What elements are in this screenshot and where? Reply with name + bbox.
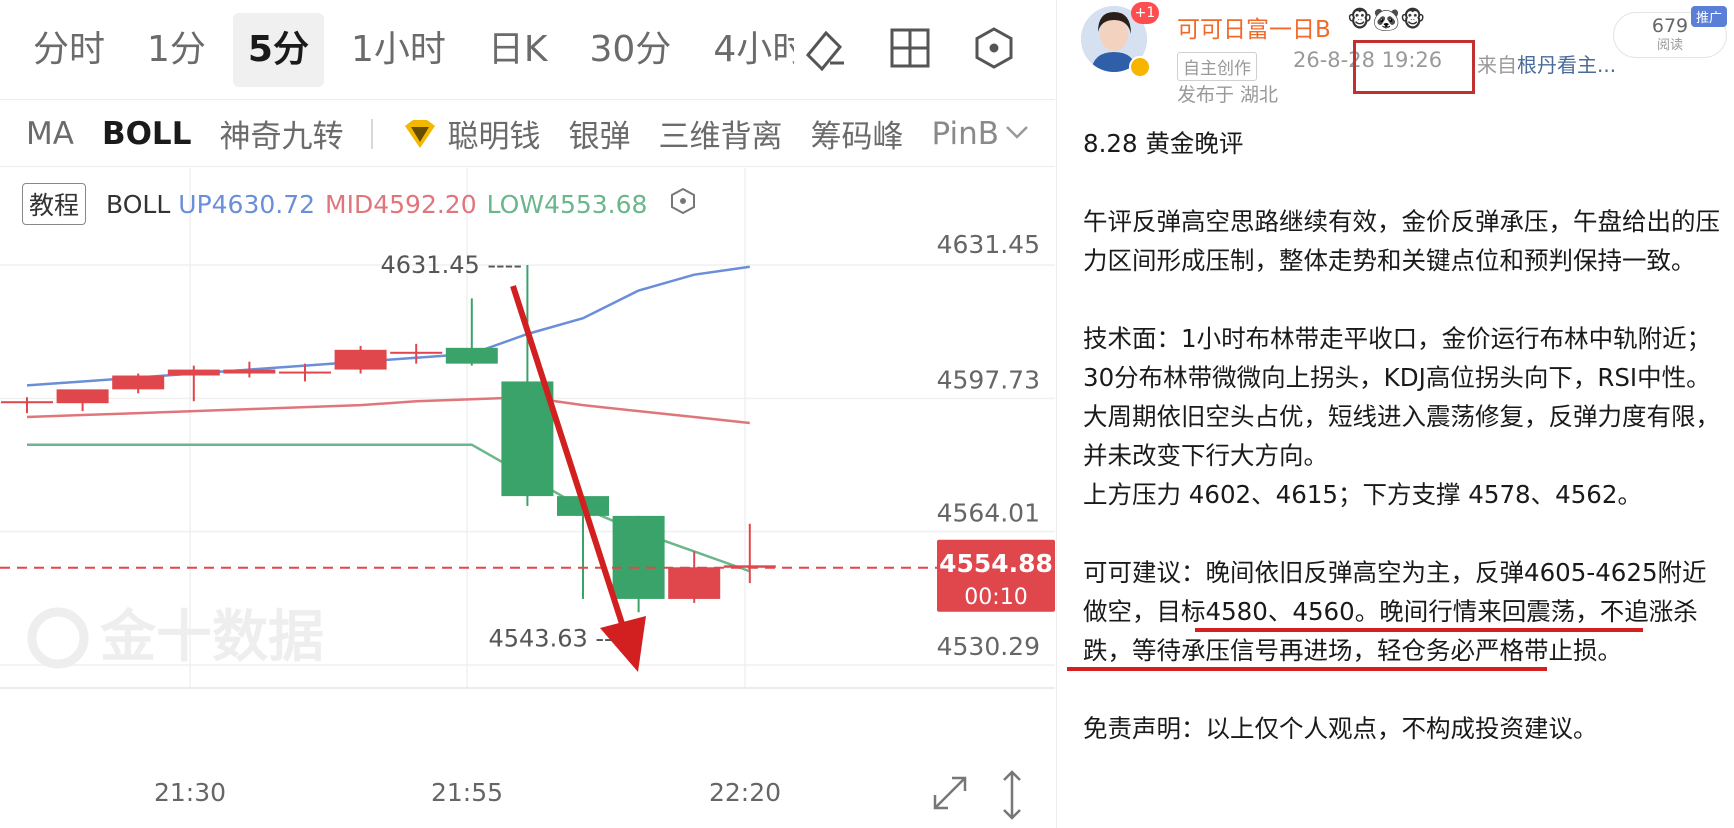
- indicator-boll[interactable]: BOLL: [102, 116, 192, 152]
- time-axis-label: 22:20: [709, 778, 781, 807]
- post-location: 发布于 湖北: [1177, 84, 1279, 106]
- post-panel: +1 可可日富一日B 🐵🐼🐵 自主创作 26-8-28 19:26 来自根丹看主…: [1056, 0, 1734, 828]
- tab-1hour[interactable]: 1小时: [336, 13, 461, 87]
- boll-mid-value: MID4592.20: [325, 189, 477, 219]
- post-source: 来自根丹看主...: [1477, 49, 1616, 78]
- time-axis-label: 21:30: [154, 778, 226, 807]
- indicator-nine-turn[interactable]: 神奇九转: [219, 111, 343, 156]
- post-paragraph-2: 技术面：1小时布林带走平收口，金价运行布林中轨附近；30分布林带微微向上拐头，K…: [1083, 324, 1720, 470]
- price-axis-label: 4597.73: [937, 365, 1040, 394]
- underline-2: [1067, 667, 1547, 671]
- notification-badge: +1: [1131, 2, 1159, 24]
- view-count-number: 679: [1651, 15, 1689, 37]
- chart-panel: 分时 1分 5分 1小时 日K 30分 4小时 MA BOLL 神奇九转 聪明钱…: [0, 0, 1055, 828]
- countdown-timer: 00:10: [964, 585, 1027, 610]
- advice-prefix: 可可建议：: [1083, 558, 1206, 587]
- expand-icon: [933, 776, 967, 810]
- underline-1: [1195, 628, 1643, 632]
- price-axis-label: 4564.01: [937, 499, 1040, 528]
- original-tag: 自主创作: [1177, 52, 1257, 81]
- vip-diamond-icon: [401, 118, 439, 150]
- chevron-down-icon[interactable]: [1005, 124, 1029, 144]
- indicator-bar: MA BOLL 神奇九转 聪明钱 银弹 三维背离 筹码峰 PinB: [0, 101, 1055, 167]
- post-paragraph-1: 午评反弹高空思路继续有效，金价反弹承压，午盘给出的压力区间形成压制，整体走势和关…: [1083, 207, 1720, 275]
- boll-low-value: LOW4553.68: [486, 189, 648, 219]
- candle-body: [668, 567, 721, 599]
- high-annotation: 4631.45 ----: [380, 251, 522, 279]
- candle-body: [1, 401, 53, 404]
- indicator-ma[interactable]: MA: [26, 116, 74, 152]
- axis-scale-icon: [1003, 770, 1021, 820]
- tutorial-button[interactable]: 教程: [22, 183, 87, 225]
- indicator-3d-divergence[interactable]: 三维背离: [658, 111, 782, 156]
- post-paragraph-3: 上方压力 4602、4615；下方支撑 4578、4562。: [1083, 480, 1642, 509]
- post-title: 8.28 黄金晚评: [1083, 129, 1244, 158]
- candle-body: [612, 515, 665, 599]
- indicator-silver-bullet[interactable]: 银弹: [568, 111, 630, 156]
- boll-settings-icon[interactable]: [669, 187, 697, 221]
- candle-body: [390, 351, 443, 354]
- current-price-value: 4554.88: [939, 549, 1053, 578]
- source-prefix: 来自: [1477, 53, 1517, 77]
- post-advice: 可可建议：晚间依旧反弹高空为主，反弹4605-4625附近做空，目标4580、4…: [1083, 553, 1723, 670]
- settings-hexagon-icon[interactable]: [964, 18, 1024, 78]
- watermark: 金十数据: [99, 605, 324, 670]
- layout-grid-icon[interactable]: [880, 18, 940, 78]
- boll-up-value: UP4630.72: [178, 189, 316, 219]
- tab-4hour[interactable]: 4小时: [698, 13, 794, 87]
- watermark-logo-icon: [27, 607, 89, 669]
- candle-body: [223, 369, 276, 374]
- tab-fenshi[interactable]: 分时: [18, 13, 120, 87]
- author-name[interactable]: 可可日富一日B: [1177, 10, 1331, 44]
- kline-chart-svg: 金十数据 4631.45 4597.73 4564.01 4530.29 4554.88 0…: [0, 168, 1055, 820]
- price-axis-label: 4530.29: [937, 632, 1040, 661]
- indicator-chip-peak[interactable]: 筹码峰: [810, 111, 903, 156]
- post-disclaimer: 免责声明：以上仅个人观点，不构成投资建议。: [1083, 714, 1598, 743]
- candle-body: [56, 389, 109, 404]
- boll-legend: 教程 BOLL UP4630.72 MID4592.20 LOW4553.68: [22, 183, 697, 225]
- candle-body: [501, 381, 554, 497]
- source-link[interactable]: 根丹看主...: [1517, 53, 1616, 77]
- time-axis-label: 21:55: [431, 778, 503, 807]
- indicator-smart-money[interactable]: 聪明钱: [447, 111, 540, 156]
- promo-badge[interactable]: 推广: [1691, 6, 1728, 27]
- author-emoji-badges: 🐵🐼🐵: [1347, 8, 1426, 33]
- candle-body: [279, 371, 331, 374]
- boll-label: BOLL: [106, 189, 171, 219]
- time-highlight-box: [1353, 40, 1475, 94]
- tab-30min[interactable]: 30分: [575, 13, 687, 87]
- verified-badge-icon: [1129, 56, 1151, 78]
- boll-up-line: [26, 265, 750, 387]
- boll-mid-line: [26, 396, 750, 425]
- kline-chart[interactable]: 金十数据 4631.45 4597.73 4564.01 4530.29 4554.88 0…: [0, 168, 1055, 828]
- price-axis-label: 4631.45: [937, 230, 1040, 259]
- view-count-label: 阅读: [1656, 38, 1683, 53]
- divider: [371, 118, 374, 149]
- candle-body: [112, 375, 165, 390]
- post-body: 8.28 黄金晚评 午评反弹高空思路继续有效，金价反弹承压，午盘给出的压力区间形…: [1083, 124, 1723, 787]
- draw-tool-icon[interactable]: [795, 18, 855, 78]
- candle-body: [167, 369, 220, 376]
- indicator-pinbar[interactable]: PinB: [931, 116, 999, 152]
- tab-5min[interactable]: 5分: [232, 12, 324, 87]
- tab-1min[interactable]: 1分: [132, 13, 221, 87]
- candle-body: [445, 347, 498, 364]
- candle-body: [334, 349, 387, 370]
- tab-daily[interactable]: 日K: [473, 13, 563, 87]
